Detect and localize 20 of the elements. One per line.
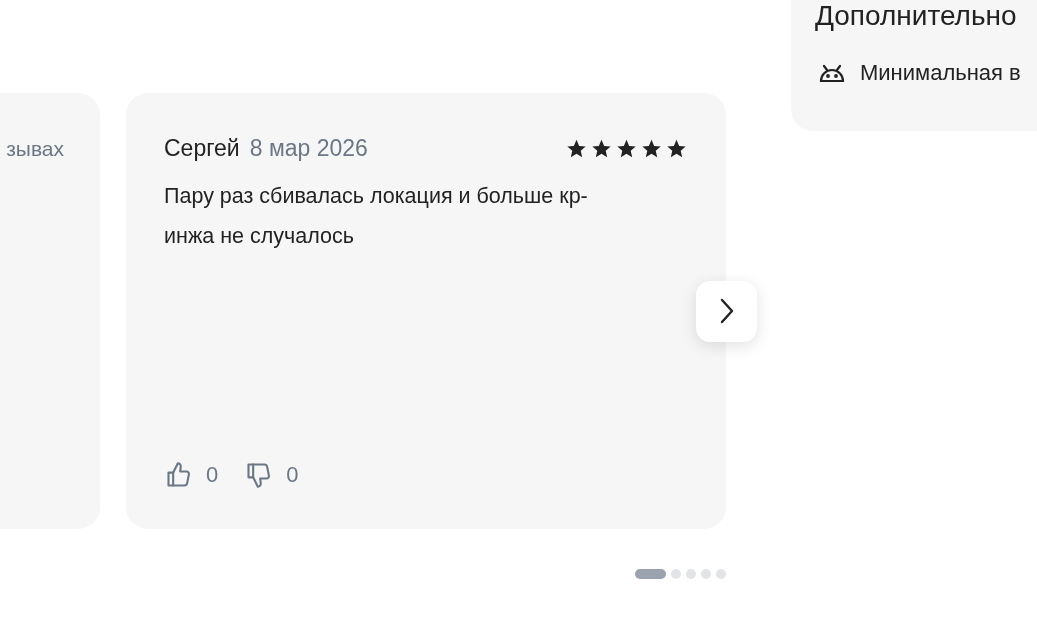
pagination-dot[interactable]: [671, 569, 681, 579]
pagination-dot[interactable]: [716, 569, 726, 579]
review-text: Пару раз сбивалась локация и больше кр- инжа не случалось: [164, 183, 589, 250]
robot-icon: [818, 63, 846, 83]
like-count: 0: [206, 462, 219, 488]
panel-title: Дополнительно: [815, 0, 1018, 32]
star-icon: [615, 137, 638, 160]
pagination-dot[interactable]: [686, 569, 696, 579]
pagination-dot[interactable]: [701, 569, 711, 579]
dislike-count: 0: [286, 462, 299, 488]
review-author: Сергей: [164, 135, 240, 162]
min-version-label: Минимальная в: [860, 60, 1021, 86]
star-icon: [565, 137, 588, 160]
chevron-right-icon: [718, 298, 735, 324]
star-icon: [590, 137, 613, 160]
next-button[interactable]: [696, 280, 757, 342]
review-date: 8 мар 2026: [249, 135, 368, 162]
star-icon: [665, 137, 688, 160]
star-icon: [640, 137, 663, 160]
review-text: зывах: [6, 137, 64, 160]
